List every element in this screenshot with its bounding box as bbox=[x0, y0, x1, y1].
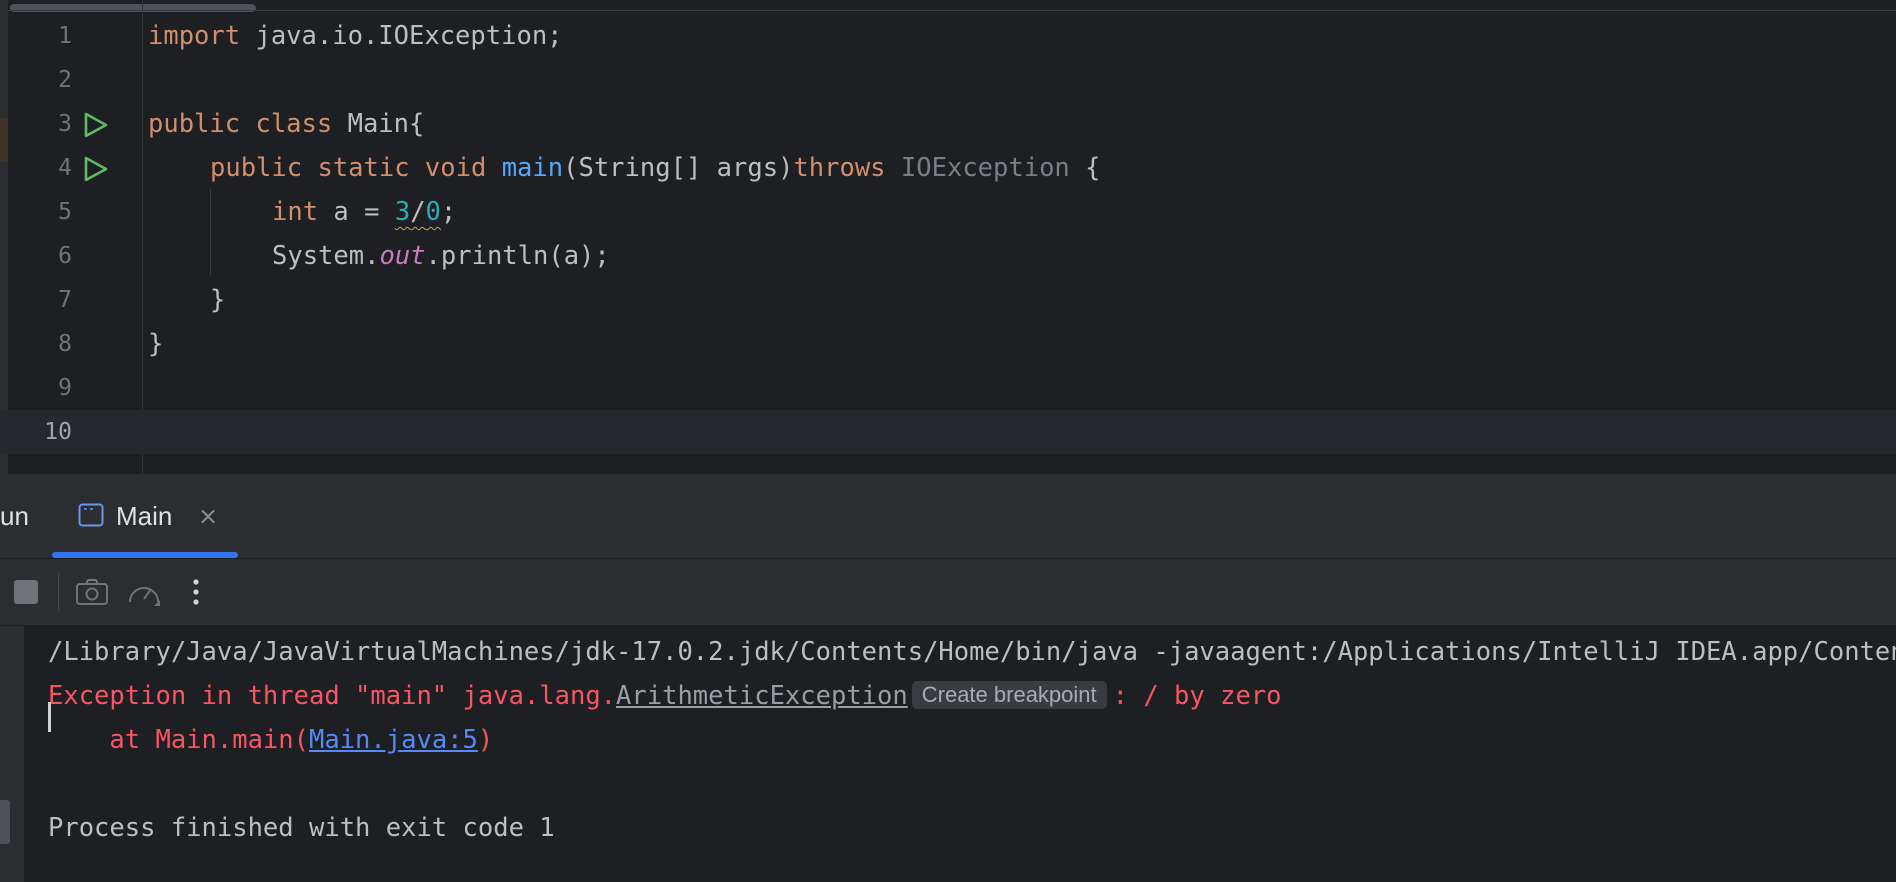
line-number: 9 bbox=[58, 375, 72, 401]
console-exception-line: Exception in thread "main" java.lang.Ari… bbox=[48, 674, 1282, 718]
console-gutter-marker bbox=[0, 800, 10, 844]
console-exit-line: Process finished with exit code 1 bbox=[48, 813, 555, 843]
code-line[interactable]: 5 int a = 3/0; bbox=[0, 190, 1896, 234]
operator: / bbox=[410, 197, 426, 227]
code-token: (String[] args) bbox=[563, 153, 794, 183]
run-toolbar bbox=[0, 559, 1896, 626]
close-icon[interactable]: × bbox=[198, 498, 218, 534]
code-text[interactable]: int a = 3/0; bbox=[272, 190, 456, 234]
code-line[interactable]: 1 import java.io.IOException; bbox=[0, 14, 1896, 58]
code-token: ; bbox=[440, 197, 457, 227]
number-literal: 0 bbox=[425, 197, 441, 227]
create-breakpoint-button[interactable]: Create breakpoint bbox=[911, 681, 1107, 709]
line-number: 2 bbox=[58, 67, 72, 93]
number-literal: 3 bbox=[394, 197, 411, 227]
code-editor[interactable]: 1 import java.io.IOException; 2 3 public… bbox=[0, 0, 1896, 474]
keyword: public class bbox=[148, 109, 333, 139]
console-tab-icon bbox=[78, 503, 104, 527]
code-token: a = bbox=[318, 197, 395, 227]
code-text[interactable]: public static void main(String[] args)th… bbox=[210, 146, 1101, 190]
line-number: 8 bbox=[58, 331, 72, 357]
exception-class-link[interactable]: ArithmeticException bbox=[616, 681, 908, 711]
code-line[interactable]: 8 } bbox=[0, 322, 1896, 366]
line-number: 1 bbox=[58, 23, 72, 49]
text-caret bbox=[48, 702, 51, 732]
current-code-line[interactable]: 10 bbox=[0, 410, 1896, 454]
code-token: System. bbox=[272, 241, 380, 271]
console-stack-line: at Main.main(Main.java:5) bbox=[48, 718, 493, 762]
code-line[interactable]: 9 bbox=[0, 366, 1896, 410]
line-number: 10 bbox=[44, 419, 72, 445]
code-line[interactable]: 6 System.out.println(a); bbox=[0, 234, 1896, 278]
code-token: Main{ bbox=[332, 109, 425, 139]
code-token: { bbox=[1069, 153, 1101, 183]
line-number: 4 bbox=[58, 155, 72, 181]
code-text[interactable]: } bbox=[148, 322, 163, 366]
source-link[interactable]: Main.java:5 bbox=[309, 725, 478, 755]
more-icon[interactable] bbox=[176, 572, 216, 612]
run-tab-bar: un Main × bbox=[0, 474, 1896, 559]
console-output[interactable]: /Library/Java/JavaVirtualMachines/jdk-17… bbox=[0, 626, 1896, 882]
run-panel-title: un bbox=[0, 501, 29, 531]
exception-message: : / by zero bbox=[1112, 681, 1282, 711]
method-name: main bbox=[501, 153, 564, 183]
code-token: .println(a); bbox=[425, 241, 610, 271]
line-number: 5 bbox=[58, 199, 72, 225]
line-number: 3 bbox=[58, 111, 72, 137]
exception-prefix: Exception in thread "main" java.lang. bbox=[48, 681, 617, 711]
keyword: import bbox=[148, 21, 241, 51]
console-command-line: /Library/Java/JavaVirtualMachines/jdk-17… bbox=[48, 637, 1896, 667]
run-line-icon[interactable] bbox=[82, 112, 110, 138]
toolbar-separator bbox=[58, 573, 59, 611]
keyword: int bbox=[272, 197, 319, 227]
line-number: 7 bbox=[58, 287, 72, 313]
static-field: out bbox=[379, 241, 426, 271]
stack-prefix: at Main.main( bbox=[48, 725, 309, 755]
unused-exception: IOException bbox=[900, 153, 1070, 183]
stop-icon[interactable] bbox=[6, 572, 46, 612]
code-text[interactable]: public class Main{ bbox=[148, 102, 424, 146]
code-text[interactable]: import java.io.IOException; bbox=[148, 14, 563, 58]
keyword: throws bbox=[793, 153, 886, 183]
code-line[interactable]: 4 public static void main(String[] args)… bbox=[0, 146, 1896, 190]
code-token: java.io.IOException; bbox=[240, 21, 563, 51]
line-number: 6 bbox=[58, 243, 72, 269]
code-text[interactable]: } bbox=[210, 278, 225, 322]
run-tool-window: un Main × /Library/Java/JavaVirtualMachi… bbox=[0, 474, 1896, 882]
code-text[interactable]: System.out.println(a); bbox=[272, 234, 610, 278]
editor-top-border bbox=[0, 10, 1896, 11]
stack-suffix: ) bbox=[477, 725, 494, 755]
run-method-icon[interactable] bbox=[82, 156, 110, 182]
code-line[interactable]: 7 } bbox=[0, 278, 1896, 322]
keyword: public static void bbox=[210, 153, 487, 183]
console-gutter bbox=[0, 626, 24, 882]
active-tab-indicator bbox=[52, 552, 238, 558]
tab-label: Main bbox=[116, 501, 173, 531]
code-line[interactable]: 3 public class Main{ bbox=[0, 102, 1896, 146]
profiler-icon[interactable] bbox=[124, 572, 164, 612]
camera-icon[interactable] bbox=[72, 572, 112, 612]
tab-main[interactable]: Main × bbox=[52, 474, 238, 558]
code-line[interactable]: 2 bbox=[0, 58, 1896, 102]
